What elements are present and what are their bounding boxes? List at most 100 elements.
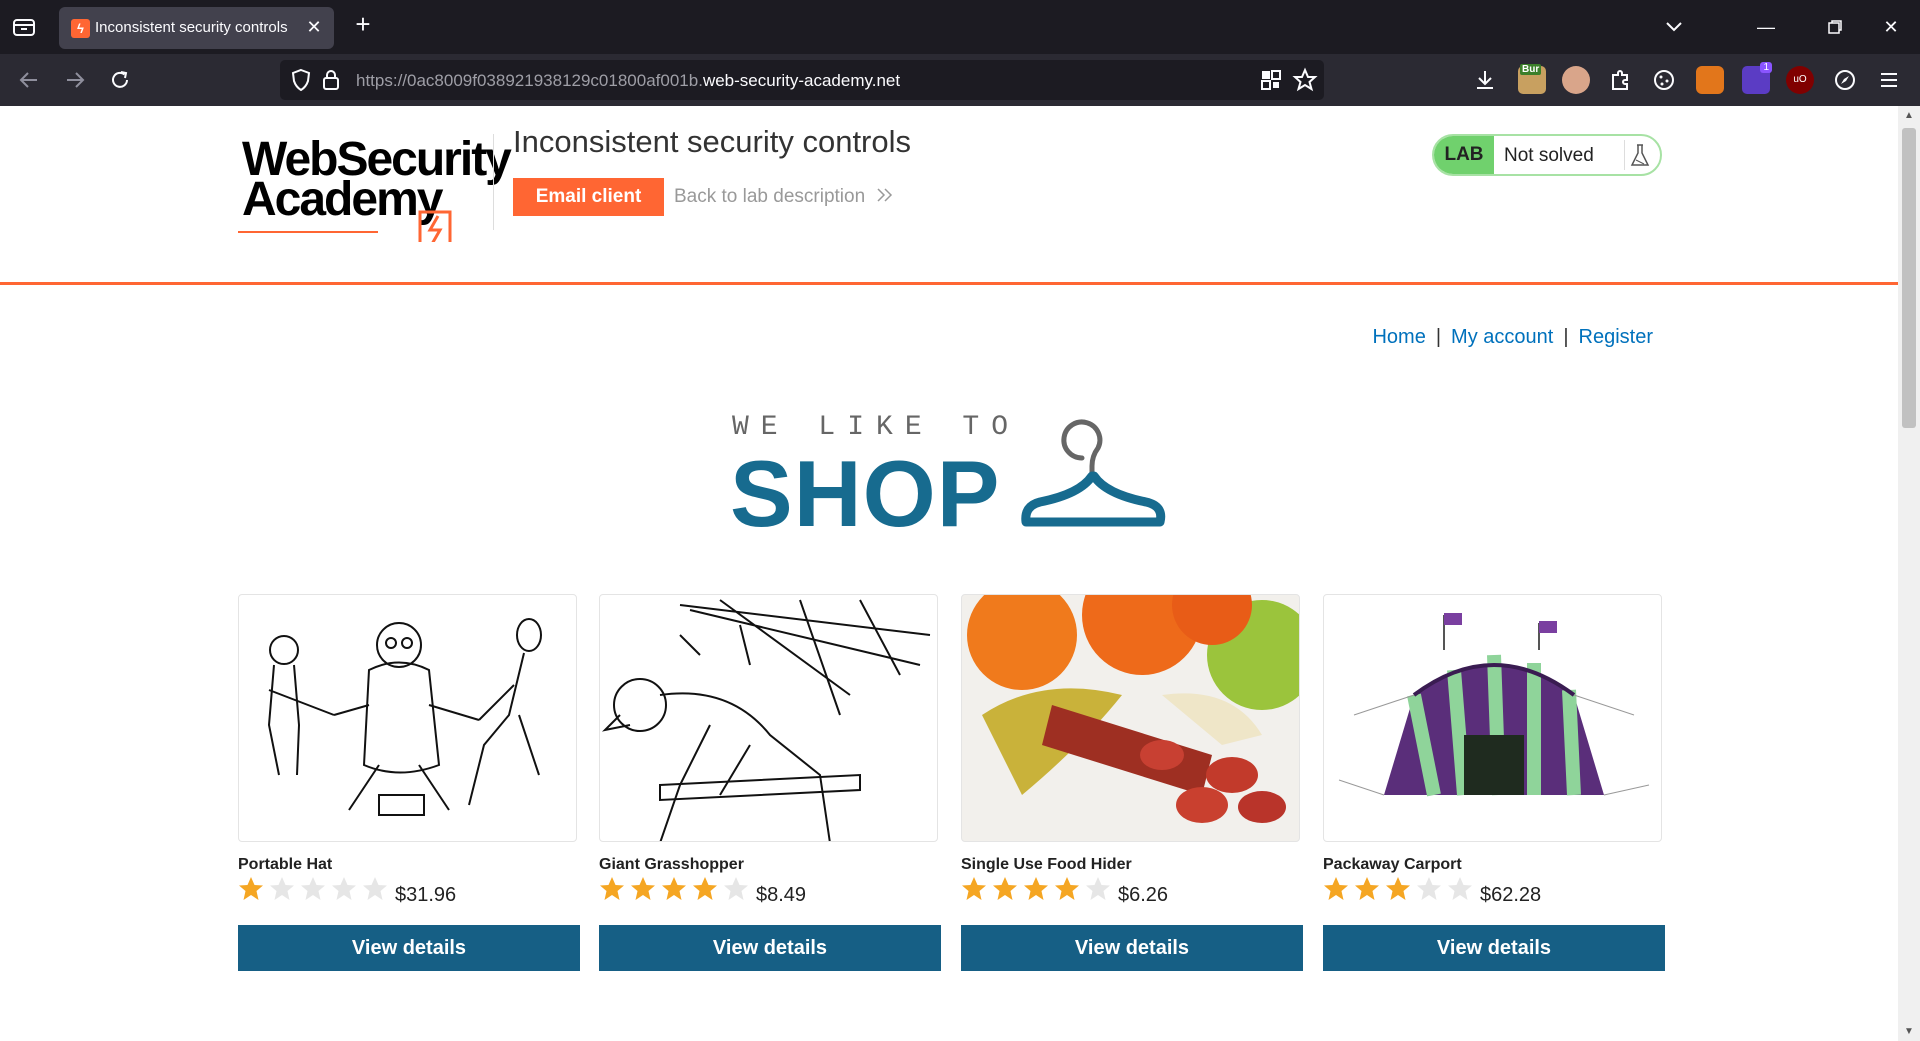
back-link-label: Back to lab description [674,186,866,207]
close-tab-icon[interactable]: ✕ [304,17,324,37]
favicon-icon: ϟ [71,19,90,38]
tracking-shield-icon[interactable] [288,67,314,93]
coat-hanger-icon [1020,414,1170,534]
star-empty-icon [1417,877,1441,900]
view-details-button[interactable]: View details [961,925,1303,971]
tab-title: Inconsistent security controls [95,19,288,36]
star-empty-icon [1086,877,1110,900]
star-filled-icon [1355,877,1379,900]
forward-arrow-icon[interactable] [62,67,88,93]
star-empty-icon [301,877,325,900]
ublock-origin-icon[interactable]: uO [1786,66,1814,94]
star-filled-icon [631,877,655,900]
view-details-button[interactable]: View details [1323,925,1665,971]
product-name: Single Use Food Hider [961,856,1132,873]
product-name: Packaway Carport [1323,856,1462,873]
nav-separator: | [1563,326,1569,348]
minimize-button[interactable]: — [1751,12,1781,42]
nav-separator: | [1435,326,1442,348]
lab-status-widget: LAB Not solved [1432,134,1662,176]
star-filled-icon [600,877,624,900]
product-image[interactable] [599,594,938,842]
star-filled-icon [993,877,1017,900]
url-bar[interactable]: https://0ac8009f038921938129c01800af001b… [280,60,1324,100]
product-card: Giant Grasshopper $8.49 View details [599,594,941,971]
menu-hamburger-icon[interactable] [1876,67,1902,93]
product-price: $6.26 [1118,884,1169,906]
product-image[interactable] [961,594,1300,842]
burp-extension-icon[interactable]: Bur [1518,64,1546,94]
url-text[interactable]: https://0ac8009f038921938129c01800af001b… [356,71,900,91]
star-filled-icon [693,877,717,900]
page-content: WebSecurity Academy Inconsistent securit… [0,106,1898,1041]
chevron-down-icon[interactable] [1662,15,1686,39]
lab-tag: LAB [1434,136,1494,174]
star-filled-icon [1324,877,1348,900]
nav-home-link[interactable]: Home [1372,326,1425,348]
qr-code-icon[interactable] [1258,67,1284,93]
view-details-button[interactable]: View details [238,925,580,971]
banner-small-text: WE LIKE TO [732,412,1021,443]
star-filled-icon [1386,877,1410,900]
product-card: Single Use Food Hider $6.26 View details [961,594,1303,971]
product-price: $62.28 [1480,884,1542,906]
product-name: Portable Hat [238,856,333,873]
star-filled-icon [1055,877,1079,900]
back-to-lab-description-link[interactable]: Back to lab description [674,186,894,208]
compass-icon[interactable] [1832,67,1858,93]
logo-divider [493,134,494,230]
academy-header: WebSecurity Academy Inconsistent securit… [0,106,1898,285]
product-card: Portable Hat $31.96 View details [238,594,580,971]
flask-icon [1624,140,1654,170]
nav-my-account-link[interactable]: My account [1451,326,1553,348]
browser-navigation-bar: https://0ac8009f038921938129c01800af001b… [0,54,1920,106]
browser-tab-active[interactable]: ϟ Inconsistent security controls ✕ [59,7,334,49]
back-arrow-icon[interactable] [16,67,42,93]
product-card: Packaway Carport $62.28 View details [1323,594,1665,971]
url-prefix: https://0ac8009f038921938129c01800af001b… [356,71,703,90]
logo-bolt-icon [238,210,452,242]
product-image[interactable] [238,594,577,842]
url-host: web-security-academy.net [702,71,901,90]
top-navigation: Home | My account | Register [1372,326,1653,349]
wappalyzer-extension-icon[interactable] [1562,66,1590,94]
scrollbar-thumb[interactable] [1902,128,1916,428]
extensions-puzzle-icon[interactable] [1607,67,1633,93]
star-filled-icon [662,877,686,900]
web-security-academy-logo[interactable]: WebSecurity Academy [238,132,512,242]
double-chevron-right-icon [877,188,893,202]
star-empty-icon [1448,877,1472,900]
reload-icon[interactable] [107,67,133,93]
nav-register-link[interactable]: Register [1579,326,1653,348]
new-tab-button[interactable]: + [350,11,376,38]
downloads-icon[interactable] [1472,67,1498,93]
vertical-scrollbar[interactable]: ▲ ▼ [1898,106,1920,1041]
star-filled-icon [1024,877,1048,900]
bookmark-star-icon[interactable] [1292,67,1318,93]
lab-title: Inconsistent security controls [513,124,912,159]
view-details-button[interactable]: View details [599,925,941,971]
email-client-button[interactable]: Email client [513,178,664,216]
restore-button[interactable] [1820,12,1850,42]
product-price: $8.49 [756,884,807,906]
star-empty-icon [270,877,294,900]
lock-icon[interactable] [318,67,344,93]
hackbar-extension-icon[interactable]: 1 [1742,62,1772,94]
star-empty-icon [724,877,748,900]
browser-tab-bar: ϟ Inconsistent security controls ✕ + — ✕ [0,0,1920,54]
product-name: Giant Grasshopper [599,856,744,873]
metamask-fox-icon[interactable] [1696,66,1724,94]
star-empty-icon [332,877,356,900]
star-empty-icon [363,877,387,900]
tab-list-icon[interactable] [12,16,36,38]
star-filled-icon [962,877,986,900]
product-price: $31.96 [395,884,457,906]
close-window-button[interactable]: ✕ [1876,12,1906,42]
shop-banner: WE LIKE TO SHOP [730,412,1170,546]
scroll-down-icon[interactable]: ▼ [1904,1026,1914,1037]
scroll-up-icon[interactable]: ▲ [1904,110,1914,121]
product-image[interactable] [1323,594,1662,842]
cookie-editor-icon[interactable] [1651,67,1677,93]
lab-state: Not solved [1504,145,1594,166]
star-filled-icon [239,877,263,900]
